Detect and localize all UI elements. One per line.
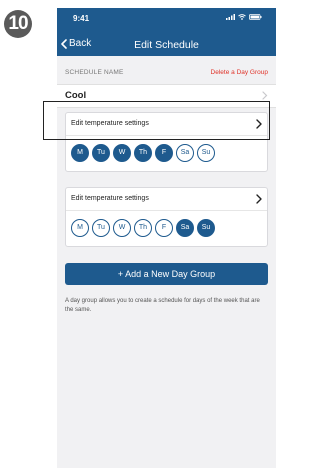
signal-icon <box>226 14 235 20</box>
navigation-bar: 9:41 Back Edit Schedule <box>57 8 276 56</box>
edit-temperature-settings-button[interactable]: Edit temperature settings <box>66 113 267 136</box>
schedule-name-section-row: SCHEDULE NAME Delete a Day Group <box>65 69 268 76</box>
day-toggle-wednesday[interactable]: W <box>113 144 131 162</box>
day-toggle-monday[interactable]: M <box>71 144 89 162</box>
schedule-name-row[interactable]: Cool <box>57 84 276 108</box>
chevron-right-icon <box>256 194 262 204</box>
chevron-right-icon <box>256 119 262 129</box>
day-toggle-thursday[interactable]: Th <box>134 219 152 237</box>
chevron-right-icon <box>262 91 268 100</box>
phone-screen: 9:41 Back Edit Schedule SCHEDULE NAME De… <box>57 8 276 468</box>
day-toggle-tuesday[interactable]: Tu <box>92 219 110 237</box>
day-toggle-wednesday[interactable]: W <box>113 219 131 237</box>
day-toggle-sunday[interactable]: Su <box>197 219 215 237</box>
page-title: Edit Schedule <box>134 39 199 51</box>
edit-temperature-settings-label: Edit temperature settings <box>71 120 149 127</box>
add-day-group-button[interactable]: + Add a New Day Group <box>65 263 268 285</box>
edit-temperature-settings-button[interactable]: Edit temperature settings <box>66 188 267 211</box>
edit-temperature-settings-label: Edit temperature settings <box>71 195 149 202</box>
status-time: 9:41 <box>73 14 90 23</box>
step-number-badge: 10 <box>4 10 32 38</box>
day-group-card-1: Edit temperature settings M Tu W Th F Sa… <box>65 112 268 172</box>
schedule-name-section-label: SCHEDULE NAME <box>65 69 124 76</box>
status-icons <box>226 14 262 20</box>
day-toggle-monday[interactable]: M <box>71 219 89 237</box>
day-toggle-saturday[interactable]: Sa <box>176 219 194 237</box>
battery-icon <box>249 14 262 20</box>
day-selector: M Tu W Th F Sa Su <box>66 211 267 237</box>
schedule-name-value: Cool <box>65 90 87 101</box>
day-toggle-saturday[interactable]: Sa <box>176 144 194 162</box>
helper-text: A day group allows you to create a sched… <box>65 298 260 313</box>
day-toggle-friday[interactable]: F <box>155 144 173 162</box>
day-toggle-sunday[interactable]: Su <box>197 144 215 162</box>
day-toggle-thursday[interactable]: Th <box>134 144 152 162</box>
day-toggle-tuesday[interactable]: Tu <box>92 144 110 162</box>
day-toggle-friday[interactable]: F <box>155 219 173 237</box>
instruction-frame: 10 9:41 Back Edit Schedule SCHEDULE NAME… <box>0 0 281 472</box>
delete-day-group-link[interactable]: Delete a Day Group <box>211 69 268 76</box>
day-selector: M Tu W Th F Sa Su <box>66 136 267 162</box>
day-group-card-2: Edit temperature settings M Tu W Th F Sa… <box>65 187 268 247</box>
wifi-icon <box>238 14 246 20</box>
